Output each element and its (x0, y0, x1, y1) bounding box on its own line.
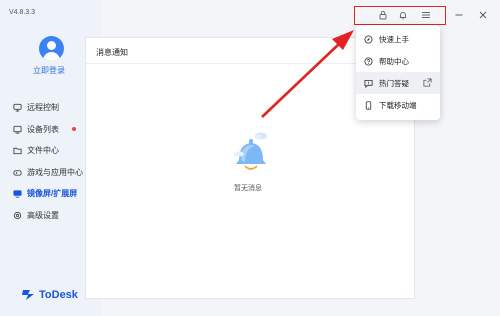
panel-title: 消息通知 (96, 48, 128, 57)
close-icon[interactable] (478, 10, 488, 20)
qa-icon (364, 79, 373, 88)
folder-icon (13, 146, 22, 155)
brand-logo: ToDesk (22, 289, 78, 301)
compass-icon (364, 34, 373, 44)
menu-item-quick-start[interactable]: 快速上手 (356, 28, 440, 50)
menu-item-label: 帮助中心 (379, 56, 409, 66)
avatar[interactable] (39, 36, 64, 61)
version-label: V4.8.3.3 (9, 9, 36, 16)
game-icon (13, 168, 22, 177)
external-link-icon (423, 78, 432, 87)
remote-control-icon (13, 103, 22, 112)
sidebar-item-label: 游戏与应用中心 (27, 167, 83, 177)
brand-name: ToDesk (39, 289, 78, 301)
minimize-icon[interactable] (454, 10, 464, 20)
notification-dot (72, 126, 76, 131)
sidebar-item-label: 远程控制 (27, 103, 59, 113)
help-icon (364, 56, 373, 66)
device-list-icon (13, 125, 22, 134)
sidebar-item-label: 高级设置 (27, 210, 59, 220)
main-menu-dropdown: 快速上手 帮助中心 热门答疑 下载移动端 (356, 25, 440, 120)
sidebar-item-label: 设备列表 (27, 124, 59, 134)
menu-item-hot-qa[interactable]: 热门答疑 (356, 72, 440, 94)
sidebar-item-label: 文件中心 (27, 146, 59, 156)
mobile-icon (364, 100, 373, 110)
todesk-logo-icon (22, 290, 34, 300)
highlight-box (354, 6, 446, 25)
gear-icon (13, 211, 22, 220)
sidebar-item-label: 镜像屏/扩展屏 (27, 189, 78, 199)
empty-bell-icon (234, 132, 267, 170)
menu-item-download-mobile[interactable]: 下载移动端 (356, 94, 440, 116)
menu-item-label: 下载移动端 (379, 100, 417, 110)
menu-item-help-center[interactable]: 帮助中心 (356, 50, 440, 72)
menu-item-label: 热门答疑 (379, 78, 409, 88)
mirror-screen-icon (13, 189, 22, 198)
menu-item-label: 快速上手 (379, 34, 409, 44)
empty-state-text: 暂无消息 (234, 185, 262, 192)
login-link[interactable]: 立即登录 (33, 65, 65, 76)
